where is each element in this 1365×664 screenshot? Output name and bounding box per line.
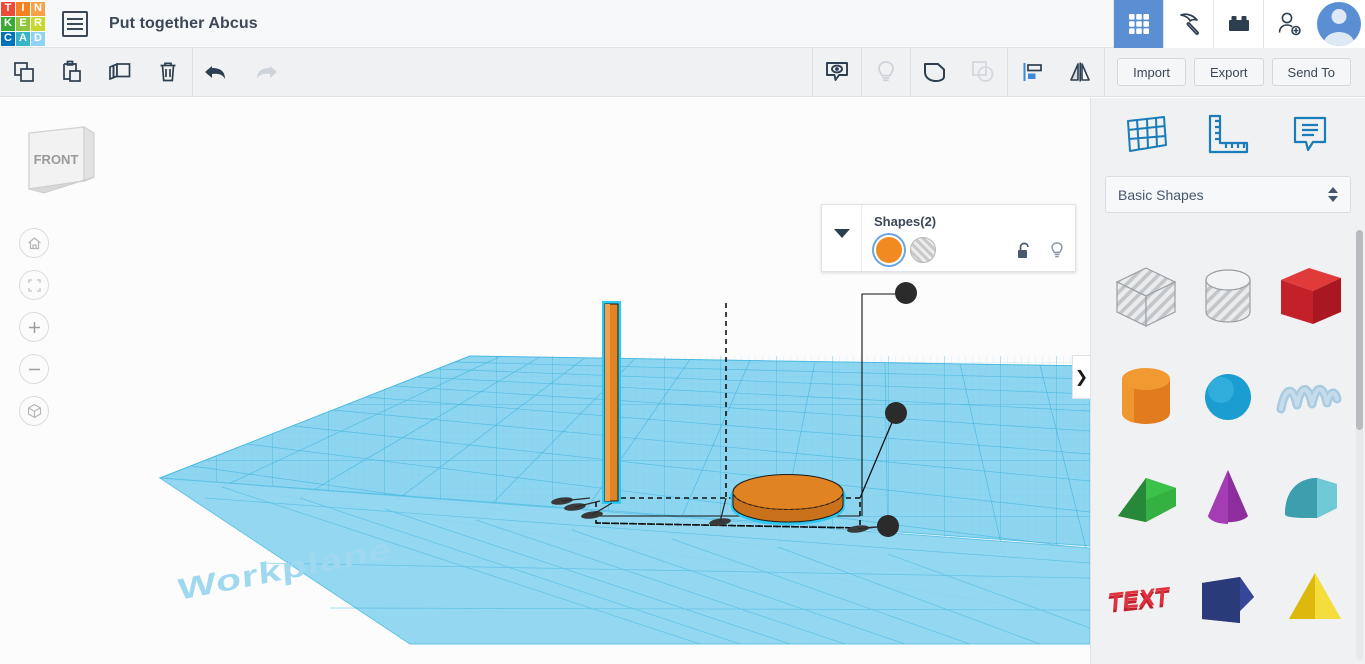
shape-item-pyramid[interactable]: [1270, 549, 1352, 650]
shape-item-polygon-prism[interactable]: [1187, 549, 1269, 650]
shape-item-sphere[interactable]: [1187, 347, 1269, 448]
shape-item-partial-1[interactable]: [1105, 650, 1187, 664]
mirror-flip-icon[interactable]: [1056, 48, 1104, 97]
align-icon[interactable]: [1008, 48, 1056, 97]
shape-item-round-roof[interactable]: [1270, 448, 1352, 549]
svg-text:FRONT: FRONT: [34, 152, 79, 167]
scene-svg: [158, 282, 1090, 645]
duplicate-icon[interactable]: [96, 48, 144, 97]
shapes-panel-body: Shapes(2): [862, 205, 1075, 271]
workplane-icon[interactable]: [1118, 109, 1174, 159]
right-panel-tools: [1091, 98, 1365, 170]
view-cube[interactable]: FRONT: [22, 119, 96, 197]
shape-category-value: Basic Shapes: [1118, 186, 1204, 203]
shape-item-box-hole[interactable]: [1105, 246, 1187, 347]
spinner-arrows-icon: [1328, 187, 1338, 202]
edit-tools-group: [0, 48, 192, 97]
group-icon[interactable]: [911, 48, 959, 97]
shape-item-roof[interactable]: [1105, 448, 1187, 549]
plus-icon: [28, 321, 40, 333]
page-title: Put together Abcus: [109, 14, 258, 32]
home-view-button[interactable]: [19, 228, 49, 258]
shape-item-text[interactable]: TEXT TEXT: [1105, 549, 1187, 650]
shape-library-scrollbar[interactable]: [1356, 230, 1363, 660]
file-actions-group: Import Export Send To: [1105, 58, 1365, 86]
shapes-panel: Shapes(2): [821, 204, 1076, 272]
scrollbar-thumb[interactable]: [1356, 230, 1363, 430]
logo-letter: C: [1, 31, 15, 46]
right-panel: Basic Shapes TEXT TEXT: [1090, 98, 1365, 664]
shape-item-cylinder[interactable]: [1105, 347, 1187, 448]
align-tools-group: [1008, 48, 1104, 97]
orange-disc: [730, 474, 846, 525]
home-icon: [27, 236, 41, 249]
logo-letter: K: [1, 16, 15, 31]
delete-trash-icon[interactable]: [144, 48, 192, 97]
apps-grid-icon[interactable]: [1113, 0, 1163, 48]
tinkercad-app: T I N K E R C A D Put together Abcus Imp…: [0, 0, 1365, 664]
import-button[interactable]: Import: [1117, 58, 1186, 86]
light-bulb-icon[interactable]: [862, 48, 910, 97]
logo-letter: A: [16, 31, 30, 46]
logo-letter: D: [31, 31, 45, 46]
note-eye-icon[interactable]: [813, 48, 861, 97]
fit-view-button[interactable]: [19, 270, 49, 300]
shapes-panel-title: Shapes(2): [874, 214, 937, 229]
tinkercad-logo[interactable]: T I N K E R C A D: [0, 0, 46, 47]
hole-swatch[interactable]: [910, 237, 936, 263]
logo-letter: N: [31, 1, 45, 16]
top-bar: T I N K E R C A D Put together Abcus: [0, 0, 1365, 48]
view-tools-group: [813, 47, 910, 97]
lego-brick-icon[interactable]: [1213, 0, 1263, 48]
shape-library-grid: TEXT TEXT: [1091, 228, 1365, 664]
chevron-down-icon[interactable]: [822, 205, 862, 271]
ungroup-icon[interactable]: [959, 48, 1007, 97]
workplane: [158, 355, 1090, 645]
note-icon[interactable]: [1282, 109, 1338, 159]
undo-icon[interactable]: [193, 48, 241, 97]
perspective-toggle-button[interactable]: [19, 396, 49, 426]
collapse-panel-button[interactable]: ❯: [1072, 355, 1090, 399]
solid-color-swatch[interactable]: [876, 237, 902, 263]
fit-brackets-icon: [27, 278, 41, 292]
minecraft-pickaxe-icon[interactable]: [1163, 0, 1213, 48]
paste-icon[interactable]: [48, 48, 96, 97]
add-person-icon[interactable]: [1263, 0, 1313, 48]
shape-item-partial-3[interactable]: [1270, 650, 1352, 664]
orange-rod: [602, 301, 621, 504]
logo-letter: E: [16, 16, 30, 31]
zoom-in-button[interactable]: [19, 312, 49, 342]
minus-icon: [28, 368, 40, 370]
send-to-button[interactable]: Send To: [1271, 58, 1351, 86]
shape-category-select[interactable]: Basic Shapes: [1105, 176, 1351, 213]
copy-icon[interactable]: [0, 48, 48, 97]
shape-item-cylinder-hole[interactable]: [1187, 246, 1269, 347]
zoom-out-button[interactable]: [19, 354, 49, 384]
shape-item-cone[interactable]: [1187, 448, 1269, 549]
cube-icon: [27, 403, 41, 418]
group-tools-group: [911, 48, 1007, 97]
shape-item-scribble[interactable]: [1270, 347, 1352, 448]
logo-letter: I: [16, 1, 30, 16]
logo-letter: R: [31, 16, 45, 31]
top-bar-actions: [1113, 0, 1365, 48]
list-menu-icon[interactable]: [62, 10, 88, 37]
shape-state-icons: [1016, 241, 1065, 261]
avatar-image: [1317, 1, 1361, 46]
shape-item-box[interactable]: [1270, 246, 1352, 347]
history-tools-group: [193, 48, 289, 97]
3d-canvas[interactable]: Workplane FRONT Shapes(2) ❯: [0, 98, 1090, 664]
shape-item-partial-2[interactable]: [1187, 650, 1269, 664]
logo-letter: T: [1, 1, 15, 16]
main-toolbar: Import Export Send To: [0, 47, 1365, 97]
light-bulb-icon: [1051, 242, 1063, 258]
ruler-icon[interactable]: [1200, 109, 1256, 159]
avatar[interactable]: [1313, 0, 1365, 48]
export-button[interactable]: Export: [1193, 58, 1264, 86]
redo-icon[interactable]: [241, 48, 289, 97]
unlock-icon: [1018, 242, 1029, 258]
